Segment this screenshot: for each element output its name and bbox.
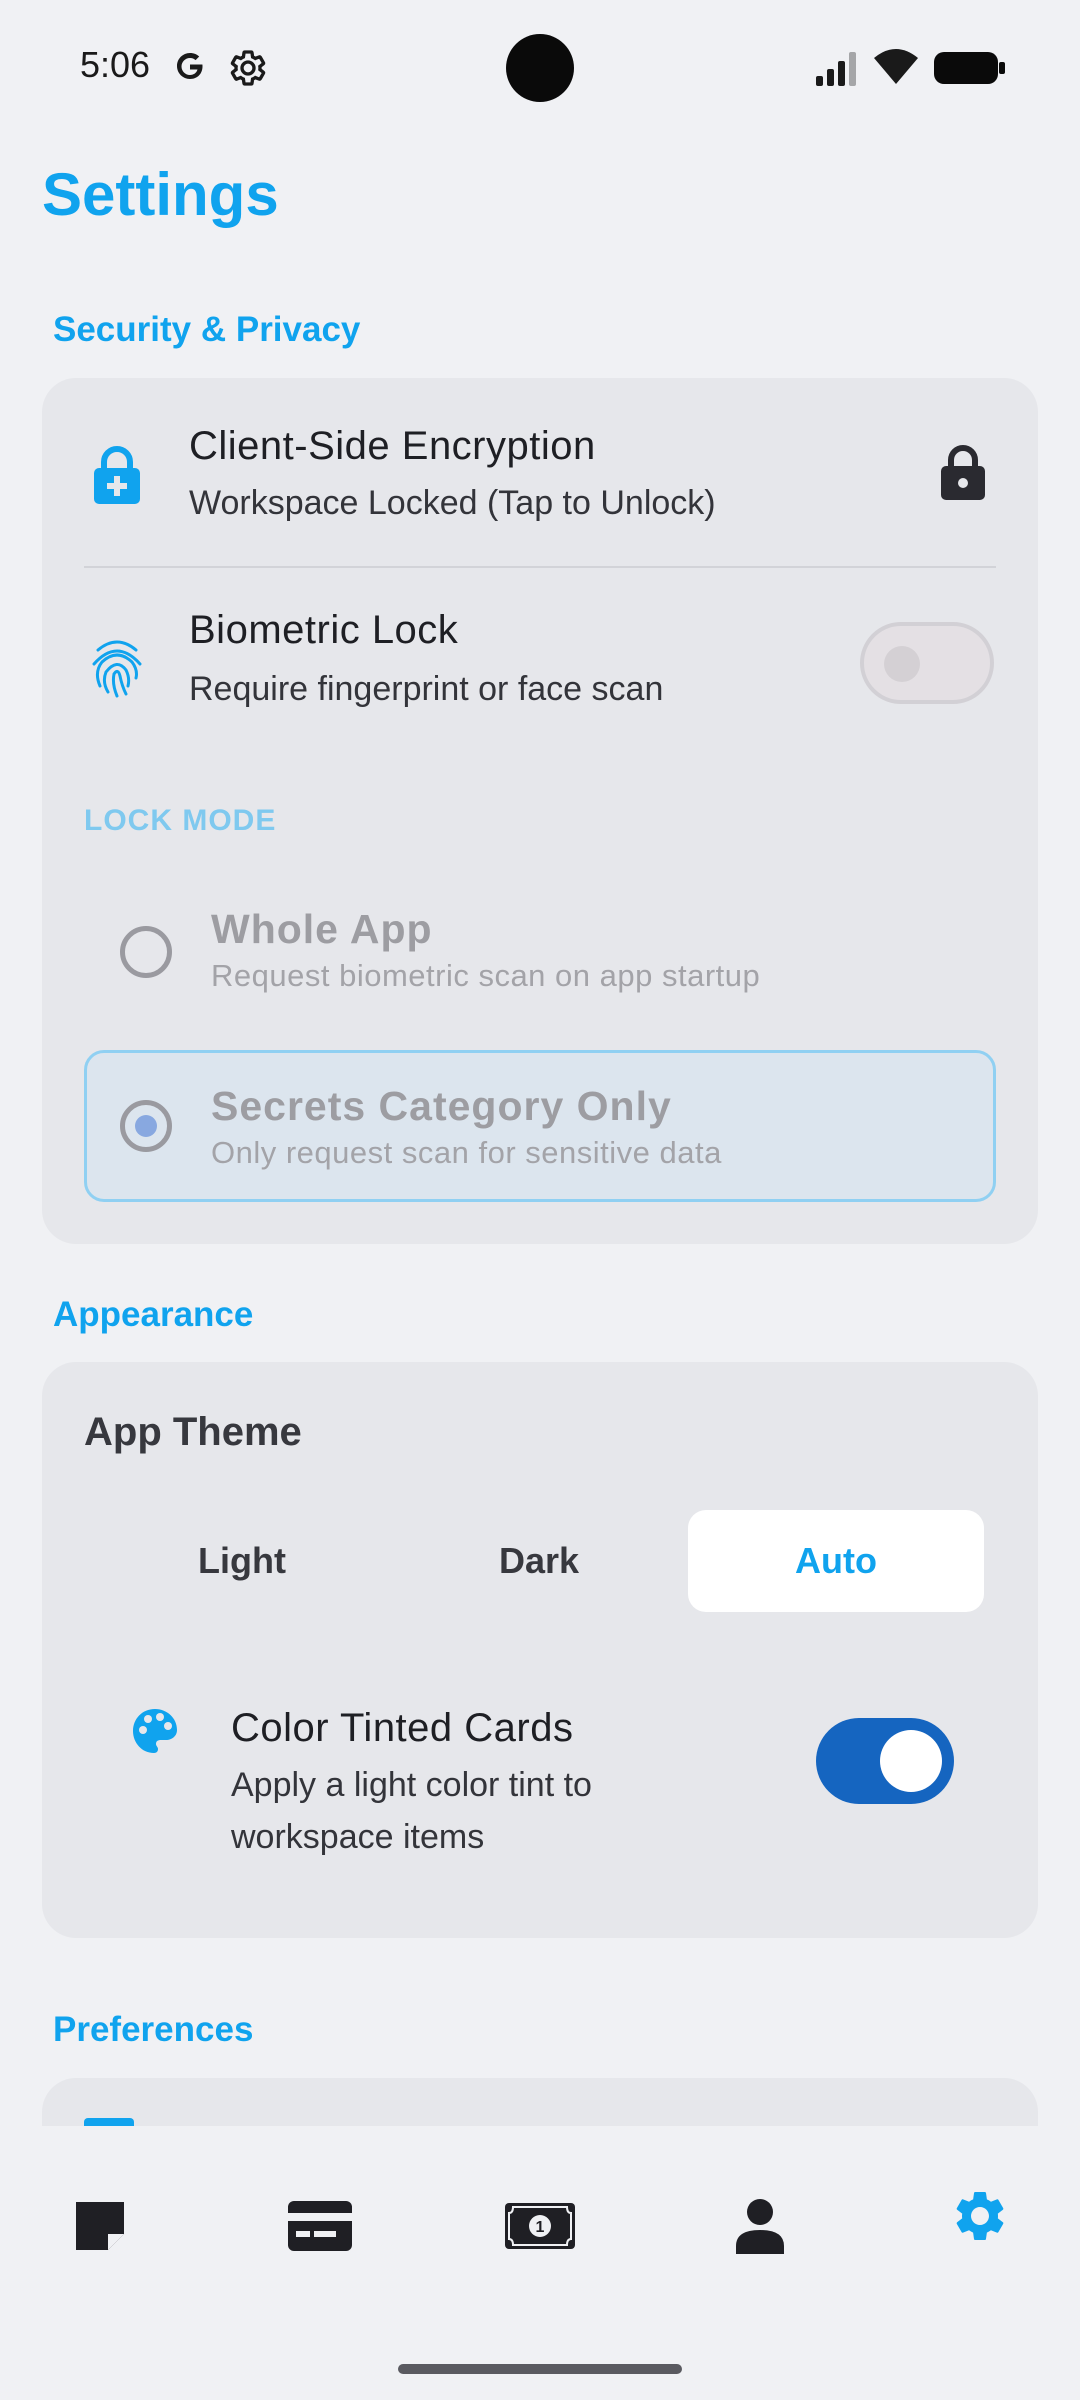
encryption-subtitle: Workspace Locked (Tap to Unlock) [189, 484, 716, 522]
person-icon [736, 2199, 784, 2254]
option-subtitle: Request biometric scan on app startup [211, 958, 761, 993]
toggle-knob [884, 646, 920, 682]
lock-plus-icon [94, 446, 140, 504]
radio-secrets[interactable] [120, 1100, 172, 1152]
wifi-icon [874, 49, 918, 84]
toggle-knob [880, 1730, 942, 1792]
section-title-security: Security & Privacy [53, 310, 361, 349]
lock-mode-label: LOCK MODE [84, 804, 277, 837]
radio-whole-app[interactable] [120, 926, 172, 978]
nav-money[interactable]: 1 [500, 2186, 580, 2266]
option-title: Whole App [211, 906, 433, 952]
status-clock: 5:06 [80, 44, 151, 85]
preferences-card [42, 2078, 1038, 2128]
tinted-cards-subtitle-line1: Apply a light color tint to [231, 1766, 592, 1804]
app-theme-label: App Theme [84, 1410, 302, 1454]
settings-icon [956, 2192, 1004, 2240]
nav-notes[interactable] [60, 2186, 140, 2266]
page-title: Settings [42, 161, 279, 228]
option-subtitle: Only request scan for sensitive data [211, 1135, 722, 1170]
option-title: Secrets Category Only [211, 1083, 672, 1129]
theme-option-dark[interactable]: Dark [391, 1510, 687, 1612]
bottom-nav: 1 [0, 2126, 1080, 2400]
fingerprint-icon [92, 640, 142, 698]
tinted-cards-subtitle-line2: workspace items [231, 1818, 485, 1856]
theme-option-light[interactable]: Light [94, 1510, 390, 1612]
radio-selected-dot [135, 1115, 157, 1137]
encryption-row[interactable]: Client-Side Encryption Workspace Locked … [42, 400, 1038, 566]
nav-profile[interactable] [720, 2186, 800, 2266]
palette-icon [133, 1709, 177, 1753]
signal-icon [816, 52, 856, 86]
lock-icon[interactable] [938, 444, 988, 502]
status-bar: 5:06 [0, 0, 1080, 140]
section-title-appearance: Appearance [53, 1295, 254, 1334]
lock-mode-option-whole-app[interactable]: Whole App Request biometric scan on app … [84, 880, 996, 1030]
settings-gear-icon [230, 50, 266, 86]
credit-card-icon [288, 2201, 352, 2251]
lock-mode-option-secrets[interactable]: Secrets Category Only Only request scan … [84, 1050, 996, 1202]
encryption-title: Client-Side Encryption [189, 424, 596, 468]
nav-cards[interactable] [280, 2186, 360, 2266]
biometric-subtitle: Require fingerprint or face scan [189, 670, 664, 708]
tinted-cards-title: Color Tinted Cards [231, 1706, 574, 1750]
tinted-cards-toggle[interactable] [816, 1718, 954, 1804]
theme-option-auto[interactable]: Auto [688, 1510, 984, 1612]
notes-icon [76, 2202, 124, 2250]
divider [84, 566, 996, 568]
svg-text:1: 1 [536, 2219, 545, 2236]
biometric-toggle[interactable] [860, 622, 994, 704]
nav-settings[interactable] [940, 2176, 1020, 2256]
front-camera [506, 34, 574, 102]
home-indicator[interactable] [398, 2364, 682, 2374]
money-icon: 1 [505, 2203, 575, 2249]
section-title-preferences: Preferences [53, 2010, 254, 2049]
biometric-title: Biometric Lock [189, 608, 459, 652]
battery-icon [934, 52, 1005, 84]
google-icon [177, 53, 203, 79]
